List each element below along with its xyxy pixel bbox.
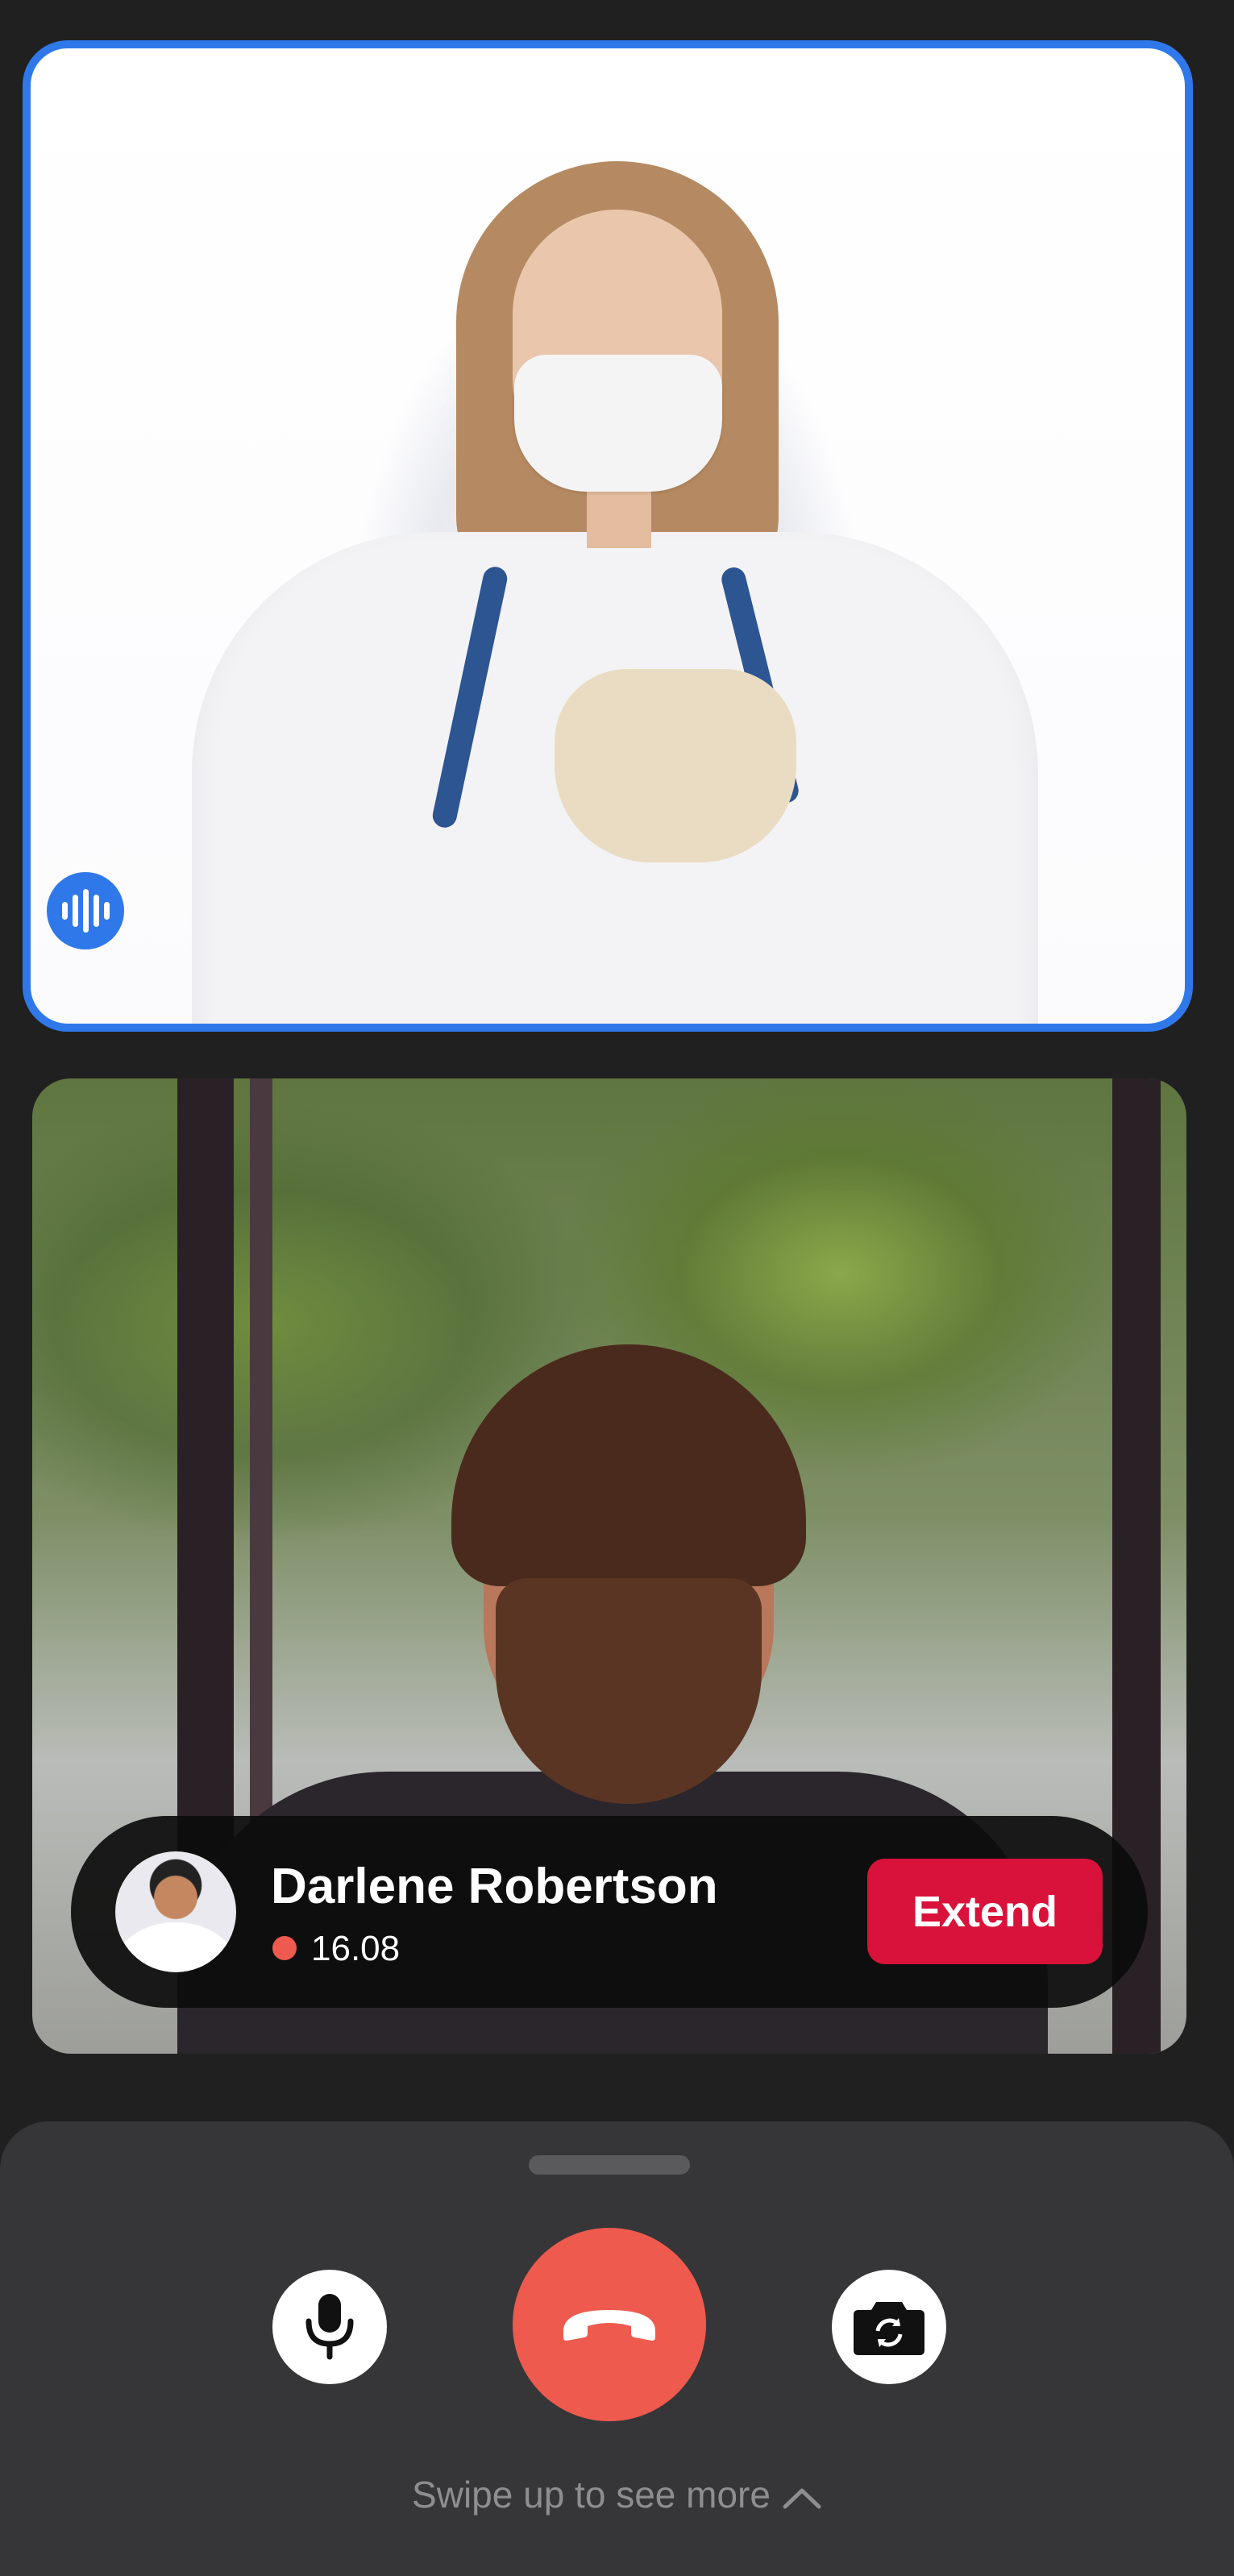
extend-button[interactable]: Extend xyxy=(867,1859,1103,1964)
chevron-up-icon xyxy=(783,2488,821,2509)
caller-name: Darlene Robertson xyxy=(271,1859,718,1914)
swipe-hint-label: Swipe up to see more xyxy=(412,2474,771,2516)
avatar[interactable] xyxy=(115,1851,236,1972)
microphone-icon xyxy=(305,2294,354,2360)
camera-switch-icon xyxy=(854,2302,924,2355)
switch-camera-button[interactable] xyxy=(832,2270,946,2384)
drag-handle[interactable] xyxy=(529,2155,690,2175)
audio-wave-icon xyxy=(47,872,124,949)
call-duration: 16.08 xyxy=(311,1929,401,1968)
recording-dot-icon xyxy=(272,1936,297,1960)
mic-button[interactable] xyxy=(272,2270,387,2384)
remote-video-tile-active[interactable] xyxy=(23,40,1193,1032)
end-call-button[interactable] xyxy=(513,2228,706,2421)
call-controls-sheet[interactable]: Swipe up to see more xyxy=(0,2121,1234,2576)
video-content xyxy=(496,1578,762,1804)
phone-hangup-icon xyxy=(563,2310,655,2341)
caller-info-bar: Darlene Robertson 16.08 Extend xyxy=(71,1816,1148,2008)
swipe-hint[interactable]: Swipe up to see more xyxy=(0,2473,1234,2516)
